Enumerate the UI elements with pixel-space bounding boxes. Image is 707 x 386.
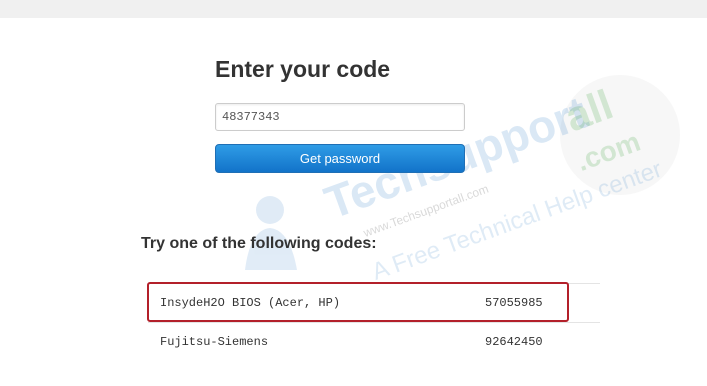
watermark-url-text: www.Techsupportall.com xyxy=(361,182,491,241)
page-title: Enter your code xyxy=(215,56,391,82)
top-bar xyxy=(0,0,707,18)
watermark-brand-suffix-text: all xyxy=(559,80,619,140)
watermark-domain-text: .com xyxy=(572,126,644,177)
watermark-person-head-icon xyxy=(256,196,284,224)
get-password-button[interactable]: Get password xyxy=(215,144,465,173)
code-input[interactable] xyxy=(215,103,465,131)
codes-heading: Try one of the following codes: xyxy=(141,235,377,252)
watermark-gear-icon xyxy=(560,75,680,195)
code-vendor: InsydeH2O BIOS (Acer, HP) xyxy=(160,296,341,310)
code-vendor: Fujitsu-Siemens xyxy=(160,335,269,349)
codes-table: InsydeH2O BIOS (Acer, HP) 57055985 Fujit… xyxy=(148,283,600,361)
code-password: 92642450 xyxy=(485,335,543,349)
code-row: InsydeH2O BIOS (Acer, HP) 57055985 xyxy=(148,283,600,322)
watermark-tagline-text: A Free Technical Help center xyxy=(368,156,665,286)
code-row: Fujitsu-Siemens 92642450 xyxy=(148,322,600,361)
code-password: 57055985 xyxy=(485,296,543,310)
